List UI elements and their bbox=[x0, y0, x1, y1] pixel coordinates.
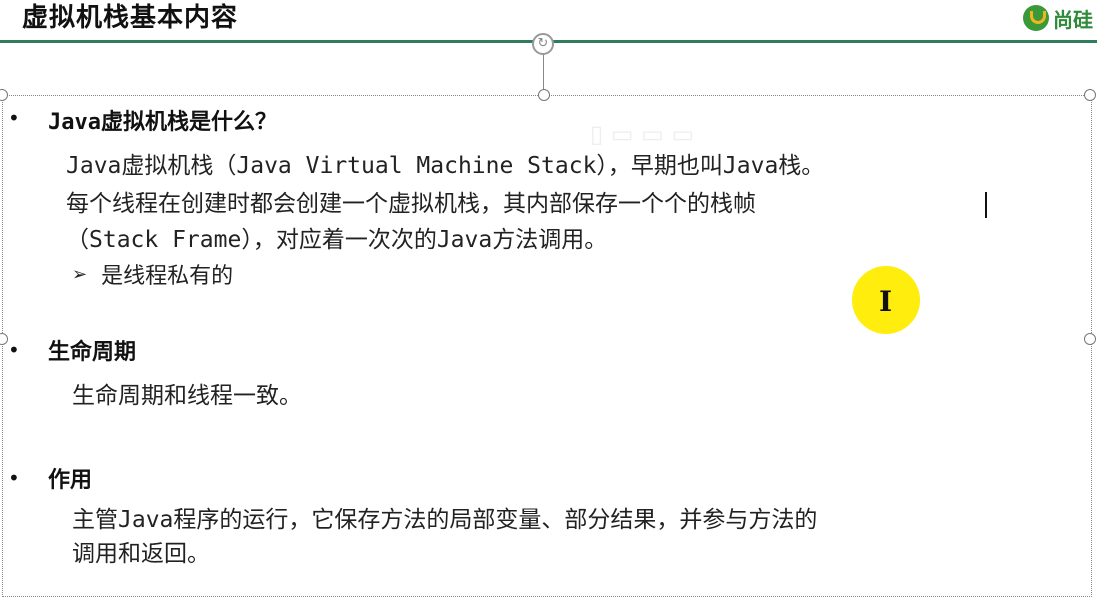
section-heading: 生命周期 bbox=[48, 340, 137, 365]
body-line: 主管Java程序的运行，它保存方法的局部变量、部分结果，并参与方法的 bbox=[72, 507, 818, 533]
rotate-handle-icon[interactable]: ↻ bbox=[532, 33, 554, 55]
body-line: （Stack Frame），对应着一次次的Java方法调用。 bbox=[66, 227, 608, 253]
sub-item: ➢ 是线程私有的 bbox=[72, 258, 233, 290]
slide-title: 虚拟机栈基本内容 bbox=[22, 3, 239, 33]
sub-item-label: 是线程私有的 bbox=[101, 264, 234, 289]
arrow-bullet-icon: ➢ bbox=[72, 263, 88, 285]
resize-handle-top-center[interactable] bbox=[538, 89, 550, 101]
body-line: 每个线程在创建时都会创建一个虚拟机栈，其内部保存一个个的栈帧 bbox=[66, 191, 756, 217]
text-caret bbox=[985, 192, 987, 218]
text-cursor-icon: I bbox=[879, 285, 893, 318]
resize-handle-top-right[interactable] bbox=[1084, 89, 1096, 101]
bullet-icon: • bbox=[8, 106, 20, 130]
resize-handle-mid-right[interactable] bbox=[1084, 333, 1096, 345]
body-line: 调用和返回。 bbox=[72, 541, 210, 567]
body-line: 生命周期和线程一致。 bbox=[72, 383, 302, 409]
background-watermark: ▯ ▭ ▭ ▭ bbox=[590, 120, 695, 148]
logo-mark-icon bbox=[1023, 5, 1049, 31]
logo-text: 尚硅 bbox=[1053, 7, 1093, 32]
logo: 尚硅 bbox=[1023, 2, 1093, 34]
section-heading: 作用 bbox=[48, 468, 93, 493]
bullet-icon: • bbox=[8, 338, 20, 362]
section-heading: Java虚拟机栈是什么？ bbox=[48, 110, 277, 135]
bullet-icon: • bbox=[8, 466, 20, 490]
body-line: Java虚拟机栈（Java Virtual Machine Stack），早期也… bbox=[66, 153, 825, 179]
